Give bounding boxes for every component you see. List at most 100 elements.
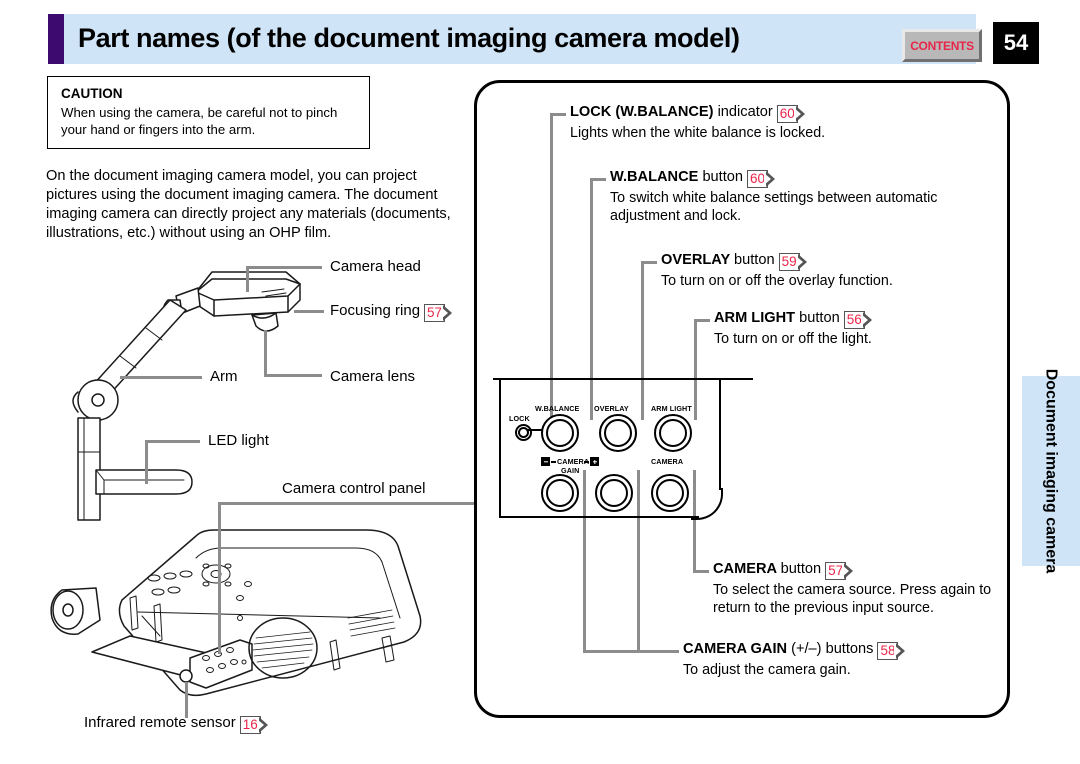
cpanel-lock-label: LOCK [509, 414, 530, 423]
cpanel-gain-minus-button-inner [546, 479, 574, 507]
leader-focusing-ring [294, 310, 324, 313]
label-infrared-remote-sensor: Infrared remote sensor 16 [84, 714, 269, 734]
callout-title-bold: CAMERA [713, 561, 777, 577]
callout-title-rest: button [799, 310, 840, 326]
caution-box: CAUTION When using the camera, be carefu… [47, 76, 370, 149]
page-ref-badge[interactable]: 60 [747, 169, 776, 188]
page-ref-badge[interactable]: 60 [776, 104, 806, 123]
page-number-text: 54 [1003, 30, 1029, 55]
cpanel-gain-minus-icon [541, 457, 550, 466]
leader-arm-h [120, 376, 202, 379]
header-accent-bar [48, 14, 64, 64]
callout-title-bold: LOCK (W.BALANCE) [570, 104, 714, 120]
label-ir-sensor-text: Infrared remote sensor [84, 714, 236, 731]
callout-wbalance-button: W.BALANCE button 60 To switch white balan… [610, 169, 1000, 226]
leader-control-panel-h [218, 502, 474, 505]
page-header: Part names (of the document imaging came… [48, 14, 976, 64]
page-ref-number: 16 [242, 717, 258, 732]
page-ref-badge[interactable]: 57 [424, 303, 453, 322]
chevron-right-icon [842, 562, 854, 579]
label-led-light-text: LED light [208, 432, 269, 449]
leader-camera-head [246, 266, 249, 292]
cpanel-gain-plus-icon [590, 457, 599, 466]
cpanel-gain-dash-right [584, 461, 589, 463]
contents-button-label: CONTENTS [910, 38, 974, 53]
leader-led-light-h [145, 440, 200, 443]
caution-body: When using the camera, be careful not to… [61, 105, 338, 137]
page-ref-number: 57 [828, 563, 844, 578]
callout-title-bold: CAMERA GAIN [683, 641, 788, 657]
cpanel-bottom-right-corner [691, 488, 723, 520]
side-tab-label: Document imaging camera [1042, 368, 1060, 574]
page-ref-number: 60 [750, 171, 766, 186]
label-camera-head: Camera head [330, 258, 421, 275]
intro-paragraph: On the document imaging camera model, yo… [46, 168, 451, 241]
cpanel-armlight-button-inner [659, 419, 687, 447]
chevron-right-icon [793, 105, 806, 122]
callout-camera-button: CAMERA button 57 To select the camera sou… [713, 561, 1003, 618]
callout-title: CAMERA button 57 [713, 561, 1003, 580]
cpanel-overlay-button-inner [604, 419, 632, 447]
label-camera-control-panel-text: Camera control panel [282, 480, 426, 497]
chevron-right-icon [764, 170, 776, 187]
page-title: Part names (of the document imaging came… [78, 22, 740, 53]
callout-title: CAMERA GAIN (+/–) buttons 58 [683, 641, 1003, 660]
callout-lock-wbalance-indicator: LOCK (W.BALANCE) indicator 60 Lights when… [570, 104, 1000, 142]
cpanel-gain-dash-left [551, 461, 556, 463]
cpanel-camera-button-inner [656, 479, 684, 507]
manual-page: Part names (of the document imaging came… [0, 0, 1080, 764]
contents-button[interactable]: CONTENTS [902, 29, 982, 62]
cpanel-gain-plus-button-inner [600, 479, 628, 507]
page-ref-badge[interactable]: 16 [239, 715, 269, 734]
page-ref-number: 60 [779, 106, 795, 121]
callout-description: Lights when the white balance is locked. [570, 124, 826, 141]
leader-gain-h [583, 650, 679, 653]
page-ref-badge[interactable]: 59 [778, 252, 808, 271]
callout-title: W.BALANCE button 60 [610, 169, 1000, 188]
leader-lock-v [550, 113, 553, 420]
chevron-right-icon [795, 253, 808, 270]
leader-camera-lens-v [264, 330, 267, 376]
leader-control-panel-v [218, 502, 221, 654]
leader-camera-head-h [246, 266, 322, 269]
callout-title-bold: OVERLAY [661, 252, 730, 268]
chevron-right-icon [860, 311, 873, 328]
label-arm: Arm [210, 368, 238, 385]
callout-description: To turn on or off the light. [714, 330, 872, 347]
callout-arm-light-button: ARM LIGHT button 56 To turn on or off the… [714, 310, 1004, 348]
page-ref-number: 58 [880, 643, 896, 658]
callout-title-rest: button [734, 252, 775, 268]
page-ref-badge[interactable]: 56 [843, 310, 873, 329]
cpanel-top-edge [493, 378, 753, 380]
callout-title-rest: button [780, 561, 822, 577]
caution-title: CAUTION [61, 86, 123, 101]
cpanel-wbalance-button-inner [546, 419, 574, 447]
label-focusing-ring: Focusing ring 57 [330, 302, 453, 322]
callout-description: To switch white balance settings between… [610, 189, 938, 225]
chevron-right-icon [441, 304, 453, 321]
callout-title-rest: indicator [717, 104, 773, 120]
label-camera-control-panel: Camera control panel [282, 480, 425, 497]
cpanel-overlay-label: OVERLAY [594, 404, 629, 413]
page-ref-number: 57 [427, 305, 443, 320]
page-ref-number: 56 [846, 312, 862, 327]
callout-description: To select the camera source. Press again… [713, 581, 992, 617]
callout-title: LOCK (W.BALANCE) indicator 60 [570, 104, 1000, 123]
callout-title-rest: (+/–) buttons [791, 641, 874, 657]
page-ref-number: 59 [781, 254, 797, 269]
callout-title-bold: ARM LIGHT [714, 310, 796, 326]
label-camera-lens: Camera lens [330, 368, 415, 385]
page-ref-badge[interactable]: 57 [825, 561, 854, 580]
label-led-light: LED light [208, 432, 269, 449]
page-ref-badge[interactable]: 58 [877, 641, 906, 660]
label-focusing-ring-text: Focusing ring [330, 302, 421, 319]
callout-title: ARM LIGHT button 56 [714, 310, 1004, 329]
cpanel-bottom-edge [499, 516, 699, 518]
chevron-right-icon [256, 716, 269, 733]
callout-overlay-button: OVERLAY button 59 To turn on or off the o… [661, 252, 1001, 290]
page-number-badge: 54 [993, 22, 1039, 64]
cpanel-armlight-label: ARM LIGHT [651, 404, 692, 413]
leader-camera-lens-h [264, 374, 322, 377]
callout-camera-gain-buttons: CAMERA GAIN (+/–) buttons 58 To adjust th… [683, 641, 1003, 679]
callout-title-rest: button [702, 169, 744, 185]
